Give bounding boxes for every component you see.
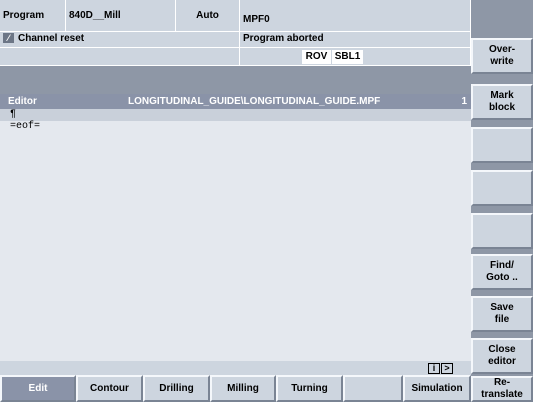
editor-line-1: ¶	[10, 109, 17, 120]
sbl1-flag: SBL1	[332, 50, 363, 64]
softkey-5[interactable]	[471, 213, 533, 249]
find-goto-softkey[interactable]: Find/ Goto ..	[471, 254, 533, 290]
separator-bar	[0, 66, 471, 94]
channel-status: ⁄ Channel reset	[0, 32, 240, 48]
rov-flag: ROV	[302, 50, 331, 64]
milling-softkey[interactable]: Milling	[210, 375, 276, 402]
save-file-softkey[interactable]: Save file	[471, 296, 533, 332]
softkey-3[interactable]	[471, 127, 533, 163]
edit-softkey[interactable]: Edit	[0, 375, 76, 402]
editor-text-area[interactable]: ¶ =eof=	[0, 109, 471, 361]
editor-file-path: LONGITUDINAL_GUIDE\LONGITUDINAL_GUIDE.MP…	[128, 96, 381, 107]
close-editor-softkey[interactable]: Close editor	[471, 338, 533, 374]
editor-line-2[interactable]: =eof=	[0, 121, 471, 132]
program-name: MPF0	[240, 0, 471, 32]
status-strip: i >	[0, 361, 471, 375]
empty-softkey[interactable]	[343, 375, 403, 402]
turning-softkey[interactable]: Turning	[276, 375, 343, 402]
editor-label: Editor	[8, 96, 37, 107]
mark-block-softkey[interactable]: Mark block	[471, 84, 533, 120]
machine-name: 840D__Mill	[66, 0, 176, 32]
program-status: Program aborted	[240, 32, 471, 48]
next-icon[interactable]: >	[441, 363, 453, 374]
alarm-line	[0, 48, 240, 66]
operating-mode: Auto	[176, 0, 240, 32]
info-icon[interactable]: i	[428, 363, 440, 374]
editor-cursor-line[interactable]: ¶	[0, 109, 471, 121]
contour-softkey[interactable]: Contour	[76, 375, 143, 402]
softkey-4[interactable]	[471, 170, 533, 206]
channel-reset-icon: ⁄	[3, 33, 14, 44]
overwrite-softkey[interactable]: Over- write	[471, 38, 533, 74]
editor-title-bar: Editor LONGITUDINAL_GUIDE\LONGITUDINAL_G…	[0, 94, 471, 109]
channel-status-text: Channel reset	[18, 33, 85, 44]
editor-line-number: 1	[461, 96, 467, 107]
simulation-softkey[interactable]: Simulation	[403, 375, 471, 402]
area-label: Program	[0, 0, 66, 32]
drilling-softkey[interactable]: Drilling	[143, 375, 210, 402]
retranslate-softkey[interactable]: Re- translate	[471, 376, 533, 402]
program-flags-area: ROV SBL1	[240, 48, 471, 66]
